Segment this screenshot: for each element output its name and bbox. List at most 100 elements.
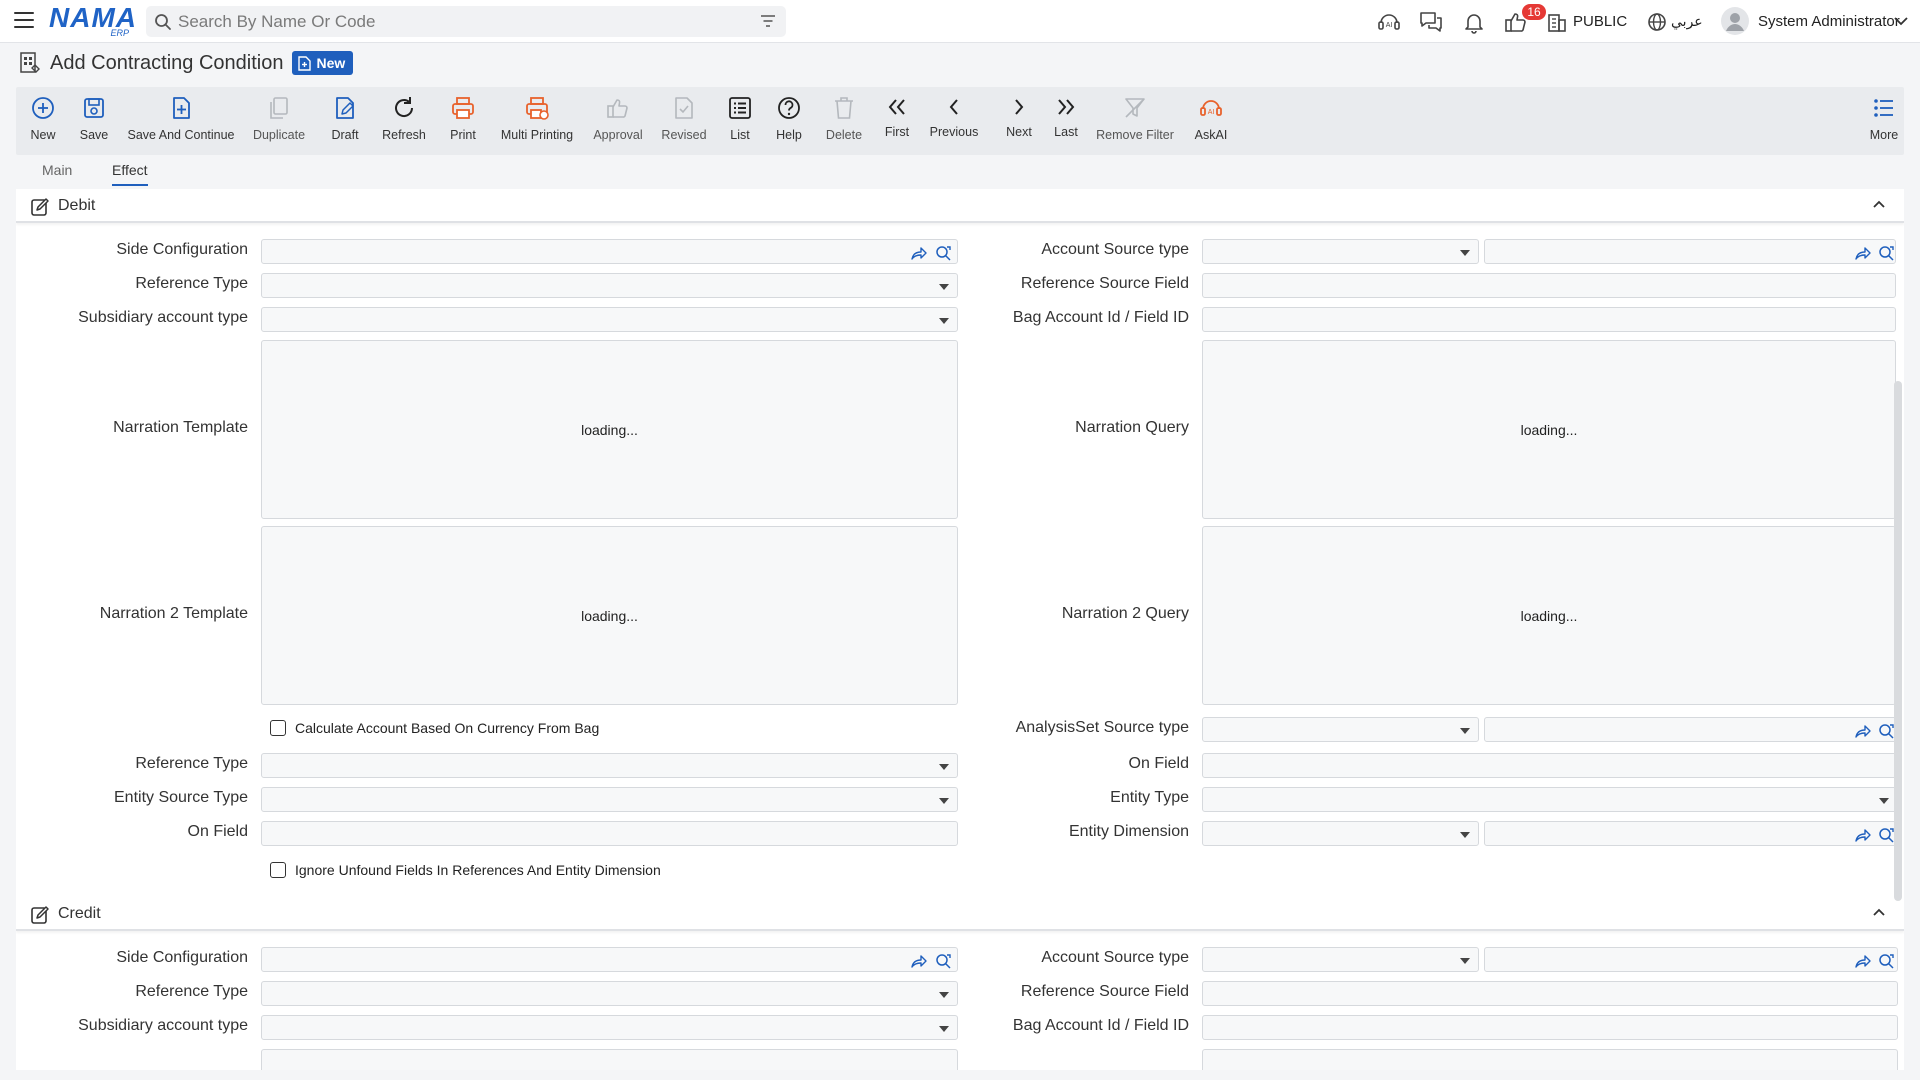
side-configuration-field[interactable] xyxy=(261,239,958,264)
language-toggle[interactable]: عربي xyxy=(1671,13,1703,30)
page-header: Add Contracting Condition New xyxy=(18,48,354,78)
search-input[interactable] xyxy=(178,10,738,33)
filter-icon[interactable] xyxy=(760,14,776,28)
ai-assistant-icon[interactable]: AI xyxy=(1376,10,1402,34)
entity-source-type-select[interactable] xyxy=(261,787,958,812)
share-arrow-icon[interactable] xyxy=(909,952,927,970)
refresh-label: Refresh xyxy=(382,128,426,142)
refresh-button[interactable]: Refresh xyxy=(380,87,428,155)
credit-narration-template-editor[interactable] xyxy=(261,1049,958,1070)
analysis-set-lookup-field[interactable] xyxy=(1484,717,1898,742)
narration-template-editor[interactable]: loading... xyxy=(261,340,958,519)
reference-source-field-input[interactable] xyxy=(1202,273,1896,298)
more-label: More xyxy=(1869,128,1899,142)
credit-reference-source-field-input[interactable] xyxy=(1202,981,1898,1006)
search-refresh-icon[interactable] xyxy=(1877,952,1895,970)
duplicate-button[interactable]: Duplicate xyxy=(253,87,305,155)
search-refresh-icon[interactable] xyxy=(934,244,952,262)
share-arrow-icon[interactable] xyxy=(909,244,927,262)
document-grid-icon xyxy=(20,52,40,73)
narration2-template-editor[interactable]: loading... xyxy=(261,526,958,705)
save-and-continue-button[interactable]: Save And Continue xyxy=(127,87,235,155)
entity-type-select[interactable] xyxy=(1202,787,1898,812)
list-button[interactable]: List xyxy=(724,87,756,155)
askai-button[interactable]: AI AskAI xyxy=(1190,87,1232,155)
subsidiary-account-type-select[interactable] xyxy=(261,307,958,332)
reference-type-select[interactable] xyxy=(261,273,958,298)
analysis-set-source-type-select[interactable] xyxy=(1202,717,1479,742)
chevron-up-icon[interactable] xyxy=(1872,907,1886,917)
avatar[interactable] xyxy=(1721,7,1749,35)
edit-square-icon xyxy=(31,906,49,924)
public-label[interactable]: PUBLIC xyxy=(1573,13,1627,30)
chat-icon[interactable] xyxy=(1418,10,1444,34)
help-label: Help xyxy=(776,128,802,142)
share-arrow-icon[interactable] xyxy=(1853,826,1871,844)
chevron-up-icon[interactable] xyxy=(1872,199,1886,209)
new-label: New xyxy=(30,128,56,142)
last-button[interactable]: Last xyxy=(1048,87,1084,155)
ignore-unfound-checkbox[interactable] xyxy=(270,862,286,878)
delete-button[interactable]: Delete xyxy=(822,87,866,155)
chevron-down-icon[interactable] xyxy=(1893,15,1909,27)
draft-button[interactable]: Draft xyxy=(326,87,364,155)
credit-reference-type-select[interactable] xyxy=(261,981,958,1006)
entity-dimension-lookup-field[interactable] xyxy=(1484,821,1898,846)
print-button[interactable]: Print xyxy=(444,87,482,155)
tab-main[interactable]: Main xyxy=(42,162,72,184)
reference-type2-select[interactable] xyxy=(261,753,958,778)
user-name[interactable]: System Administrator xyxy=(1758,13,1900,30)
ignore-unfound-label: Ignore Unfound Fields In References And … xyxy=(295,862,661,878)
on-field-right-input[interactable] xyxy=(1202,753,1898,778)
caret-down-icon xyxy=(1460,250,1470,256)
logo[interactable]: NAMA ERP xyxy=(49,4,136,39)
credit-account-source-type-select[interactable] xyxy=(1202,947,1479,972)
credit-side-configuration-field[interactable] xyxy=(261,947,958,972)
next-button[interactable]: Next xyxy=(1000,87,1038,155)
revised-button[interactable]: Revised xyxy=(660,87,708,155)
credit-bag-account-id-input[interactable] xyxy=(1202,1015,1898,1040)
credit-account-source-lookup-field[interactable] xyxy=(1484,947,1898,972)
credit-subsidiary-account-type-select[interactable] xyxy=(261,1015,958,1040)
search-refresh-icon[interactable] xyxy=(1877,244,1895,262)
double-chevron-right-icon xyxy=(1058,99,1075,115)
new-button[interactable]: New xyxy=(24,87,62,155)
on-field-input[interactable] xyxy=(261,821,958,846)
globe-icon[interactable] xyxy=(1646,10,1668,34)
scrollbar[interactable] xyxy=(1894,381,1902,901)
bag-account-id-input[interactable] xyxy=(1202,307,1896,332)
approval-button[interactable]: Approval xyxy=(592,87,644,155)
calc-account-currency-label: Calculate Account Based On Currency From… xyxy=(295,720,600,736)
narration2-query-editor[interactable]: loading... xyxy=(1202,526,1896,705)
print-label: Print xyxy=(450,128,476,142)
debit-section-header[interactable]: Debit xyxy=(16,189,1904,223)
credit-narration-query-editor[interactable] xyxy=(1202,1049,1898,1070)
more-button[interactable]: More xyxy=(1868,87,1900,155)
share-arrow-icon[interactable] xyxy=(1853,244,1871,262)
share-arrow-icon[interactable] xyxy=(1853,722,1871,740)
entity-dimension-select[interactable] xyxy=(1202,821,1479,846)
credit-section-header[interactable]: Credit xyxy=(16,897,1904,931)
ai-headset-icon: AI xyxy=(1200,100,1222,116)
previous-button[interactable]: Previous xyxy=(926,87,982,155)
bell-icon[interactable] xyxy=(1461,10,1487,34)
chevron-left-icon xyxy=(949,99,958,115)
search-refresh-icon[interactable] xyxy=(1877,722,1895,740)
search-refresh-icon[interactable] xyxy=(1877,826,1895,844)
caret-down-icon xyxy=(1460,728,1470,734)
multi-printing-button[interactable]: Multi Printing xyxy=(498,87,576,155)
on-field-label: On Field xyxy=(187,823,248,840)
first-button[interactable]: First xyxy=(880,87,914,155)
tab-effect[interactable]: Effect xyxy=(112,162,148,186)
menu-icon[interactable] xyxy=(14,12,34,30)
help-button[interactable]: Help xyxy=(772,87,806,155)
remove-filter-button[interactable]: Remove Filter xyxy=(1094,87,1176,155)
search-refresh-icon[interactable] xyxy=(934,952,952,970)
account-source-lookup-field[interactable] xyxy=(1484,239,1896,264)
save-button[interactable]: Save xyxy=(74,87,114,155)
svg-text:AI: AI xyxy=(1386,22,1393,29)
share-arrow-icon[interactable] xyxy=(1853,952,1871,970)
narration-query-editor[interactable]: loading... xyxy=(1202,340,1896,519)
calc-account-currency-checkbox[interactable] xyxy=(270,720,286,736)
account-source-type-select[interactable] xyxy=(1202,239,1479,264)
